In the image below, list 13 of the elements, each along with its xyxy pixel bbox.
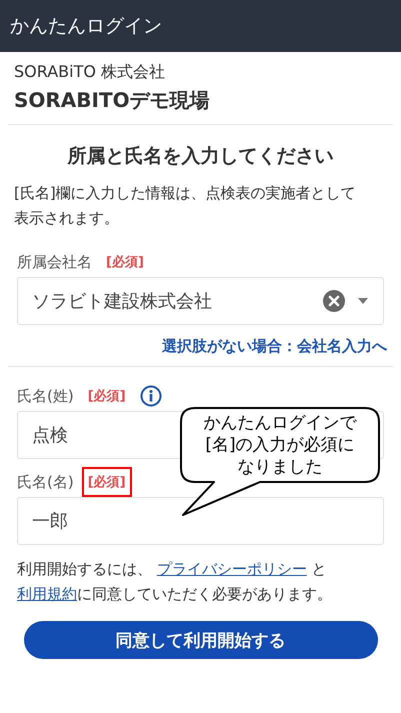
terms-text: 利用開始するには、 プライバシーポリシー と 利用規約に同意していただく必要があります。: [16, 559, 333, 605]
site-name: SORABITOデモ現場: [14, 87, 211, 114]
page-heading: 所属と氏名を入力してください: [66, 144, 334, 169]
field-label: 所属会社名: [17, 252, 92, 272]
required-tag: [必須]: [82, 467, 132, 497]
header-title: かんたんログイン: [10, 14, 162, 39]
callout-text: かんたんログインで[名]の入力が必須になりました: [202, 412, 358, 478]
field-label: 氏名(名): [17, 472, 74, 492]
required-tag: [必須]: [82, 381, 132, 411]
description-text: [氏名]欄に入力した情報は、点検表の実施者として表示されます。: [13, 183, 357, 229]
field-label: 氏名(姓): [17, 386, 74, 406]
required-tag: [必須]: [100, 247, 150, 277]
company-name: SORABiTO 株式会社: [14, 62, 166, 83]
